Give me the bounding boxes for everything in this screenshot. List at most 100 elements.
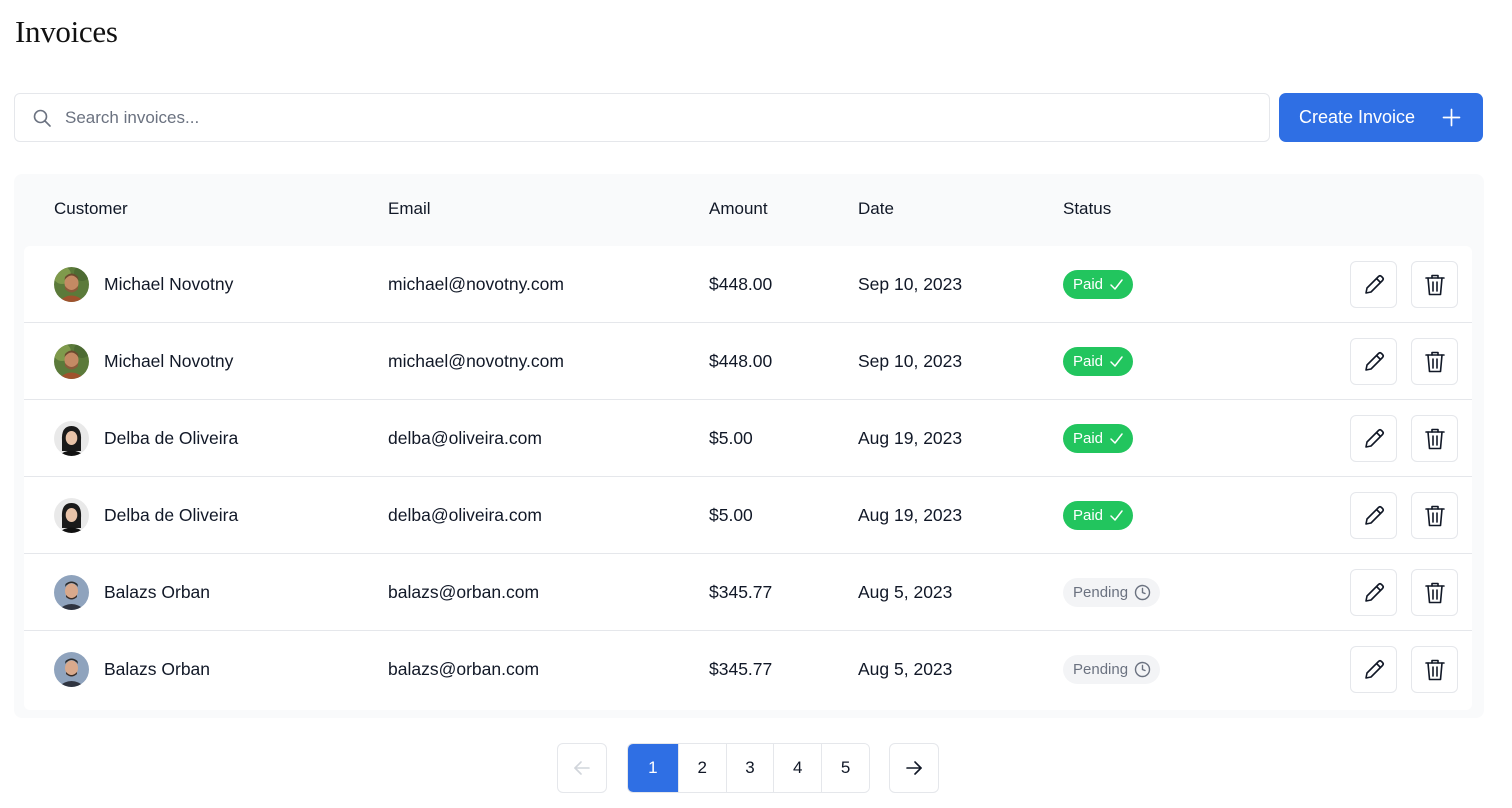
search-icon <box>33 109 51 127</box>
email-cell: delba@oliveira.com <box>388 505 542 525</box>
check-icon <box>1110 279 1123 290</box>
customer-name: Michael Novotny <box>104 274 234 294</box>
status-badge: Paid <box>1063 347 1134 376</box>
check-icon <box>1110 356 1123 367</box>
date-cell: Aug 5, 2023 <box>858 582 953 602</box>
page-title: Invoices <box>15 14 118 49</box>
edit-button[interactable] <box>1350 338 1397 385</box>
header-date: Date <box>858 199 894 218</box>
arrow-left-icon <box>574 761 590 775</box>
status-cell: Pending <box>1063 554 1161 631</box>
header-amount: Amount <box>709 199 768 218</box>
invoices-table: Customer Email Amount Date Status Michae… <box>14 174 1484 718</box>
amount-cell: $448.00 <box>709 274 773 294</box>
clock-icon <box>1134 584 1151 601</box>
pencil-icon <box>1364 505 1384 525</box>
plus-icon <box>1442 108 1461 127</box>
edit-button[interactable] <box>1350 415 1397 462</box>
delete-button[interactable] <box>1411 338 1458 385</box>
customer-cell: Michael Novotny <box>54 323 233 400</box>
status-label: Paid <box>1073 430 1104 447</box>
customer-cell: Balazs Orban <box>54 554 210 631</box>
page-button-3[interactable]: 3 <box>725 744 774 792</box>
status-badge: Paid <box>1063 424 1134 453</box>
table-row: Michael Novotny michael@novotny.com $448.0… <box>24 323 1472 400</box>
date-cell: Sep 10, 2023 <box>858 274 963 294</box>
create-invoice-button[interactable]: Create Invoice <box>1279 93 1483 142</box>
date-cell: Aug 5, 2023 <box>858 659 953 679</box>
header-email: Email <box>388 199 431 218</box>
status-label: Pending <box>1073 661 1129 678</box>
date-cell: Aug 19, 2023 <box>858 428 963 448</box>
status-cell: Paid <box>1063 323 1134 400</box>
customer-name: Balazs Orban <box>104 659 211 679</box>
trash-icon <box>1424 582 1445 603</box>
header-customer: Customer <box>54 199 128 218</box>
page-button-2[interactable]: 2 <box>677 744 726 792</box>
status-badge: Paid <box>1063 501 1134 530</box>
email-cell: michael@novotny.com <box>388 351 564 371</box>
delete-button[interactable] <box>1411 415 1458 462</box>
check-icon <box>1110 510 1123 521</box>
status-cell: Paid <box>1063 246 1134 323</box>
delete-button[interactable] <box>1411 261 1458 308</box>
trash-icon <box>1424 274 1445 295</box>
amount-cell: $5.00 <box>709 505 753 525</box>
customer-name: Balazs Orban <box>104 582 211 602</box>
customer-cell: Balazs Orban <box>54 631 210 708</box>
avatar <box>54 498 89 533</box>
arrow-right-icon <box>906 761 922 775</box>
customer-cell: Delba de Oliveira <box>54 477 238 554</box>
edit-button[interactable] <box>1350 261 1397 308</box>
avatar <box>54 344 89 379</box>
customer-cell: Michael Novotny <box>54 246 233 323</box>
email-cell: delba@oliveira.com <box>388 428 542 448</box>
search-input[interactable] <box>65 94 1259 141</box>
pagination-next-button[interactable] <box>889 743 939 793</box>
edit-button[interactable] <box>1350 569 1397 616</box>
page-button-5[interactable]: 5 <box>821 744 869 792</box>
email-cell: michael@novotny.com <box>388 274 564 294</box>
amount-cell: $345.77 <box>709 659 773 679</box>
create-invoice-label: Create Invoice <box>1299 107 1416 127</box>
edit-button[interactable] <box>1350 646 1397 693</box>
search-box[interactable] <box>14 93 1270 142</box>
trash-icon <box>1424 428 1445 449</box>
header-status: Status <box>1063 199 1112 218</box>
table-row: Michael Novotny michael@novotny.com $448.0… <box>24 246 1472 323</box>
pencil-icon <box>1364 274 1384 294</box>
status-label: Paid <box>1073 276 1104 293</box>
pencil-icon <box>1364 659 1384 679</box>
table-body: Michael Novotny michael@novotny.com $448.0… <box>24 246 1472 710</box>
table-header: Customer Email Amount Date Status <box>14 174 1484 244</box>
pencil-icon <box>1364 428 1384 448</box>
avatar <box>54 575 89 610</box>
amount-cell: $345.77 <box>709 582 773 602</box>
delete-button[interactable] <box>1411 492 1458 539</box>
customer-name: Michael Novotny <box>104 351 234 371</box>
status-cell: Paid <box>1063 477 1134 554</box>
pagination-pages: 12345 <box>627 743 870 793</box>
date-cell: Aug 19, 2023 <box>858 505 963 525</box>
pencil-icon <box>1364 582 1384 602</box>
pencil-icon <box>1364 351 1384 371</box>
check-icon <box>1110 433 1123 444</box>
trash-icon <box>1424 659 1445 680</box>
customer-cell: Delba de Oliveira <box>54 400 238 477</box>
status-badge: Pending <box>1063 578 1161 607</box>
edit-button[interactable] <box>1350 492 1397 539</box>
page-button-4[interactable]: 4 <box>773 744 822 792</box>
page-button-1[interactable]: 1 <box>628 744 678 792</box>
trash-icon <box>1424 351 1445 372</box>
delete-button[interactable] <box>1411 646 1458 693</box>
table-row: Balazs Orban balazs@orban.com $345.77 Aug 5… <box>24 631 1472 708</box>
clock-icon <box>1134 661 1151 678</box>
pagination-prev-button[interactable] <box>557 743 607 793</box>
email-cell: balazs@orban.com <box>388 659 540 679</box>
status-label: Paid <box>1073 353 1104 370</box>
status-cell: Paid <box>1063 400 1134 477</box>
amount-cell: $5.00 <box>709 428 753 448</box>
status-badge: Paid <box>1063 270 1134 299</box>
customer-name: Delba de Oliveira <box>104 428 239 448</box>
delete-button[interactable] <box>1411 569 1458 616</box>
